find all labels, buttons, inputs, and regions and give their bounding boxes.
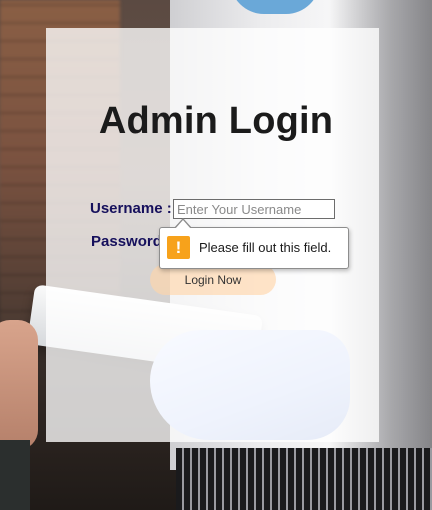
tooltip-arrow-fill — [175, 220, 191, 229]
password-label: Password — [91, 233, 162, 250]
customer-sleeve — [0, 440, 30, 510]
customer-hand — [0, 320, 38, 450]
striped-apron — [176, 448, 432, 510]
username-input[interactable] — [173, 199, 335, 219]
warning-icon: ! — [167, 236, 190, 259]
username-label: Username : — [90, 200, 172, 217]
validation-message: Please fill out this field. — [199, 240, 332, 255]
page-title: Admin Login — [98, 100, 334, 142]
